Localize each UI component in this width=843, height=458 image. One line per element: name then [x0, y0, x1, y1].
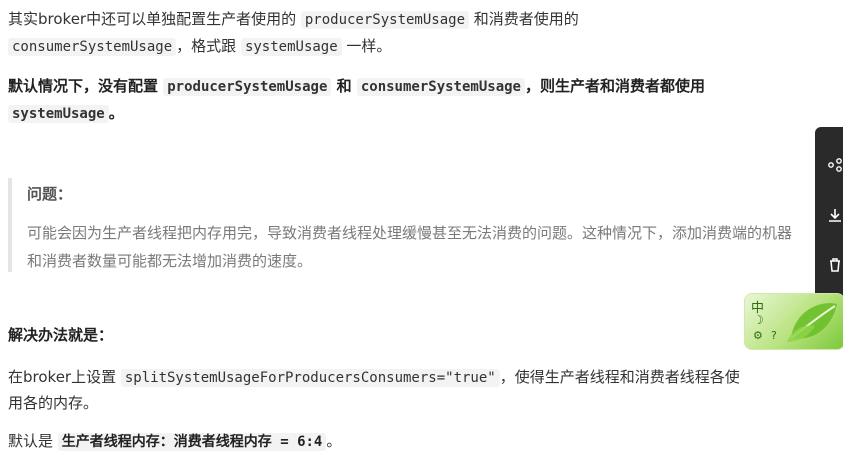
moon-icon[interactable]: ☽	[753, 313, 764, 327]
delete-icon[interactable]	[827, 257, 843, 273]
inline-code: 生产者线程内存：消费者线程内存 = 6:4	[57, 433, 327, 451]
inline-code: producerSystemUsage	[300, 11, 470, 29]
text: 默认是	[8, 432, 58, 450]
text: 默认情况下，没有配置	[8, 77, 164, 95]
paragraph-1: 其实broker中还可以单独配置生产者使用的 producerSystemUsa…	[8, 6, 808, 34]
inline-code: systemUsage	[8, 105, 109, 123]
inline-code: consumerSystemUsage	[356, 78, 525, 96]
inline-code: systemUsage	[240, 38, 342, 56]
text: ，则生产者和消费者都使用	[525, 77, 706, 95]
paragraph-3: 在broker上设置 splitSystemUsageForProducersC…	[8, 364, 808, 392]
text: 在broker上设置	[8, 368, 121, 386]
inline-code: producerSystemUsage	[163, 78, 332, 96]
solution-heading: 解决办法就是：	[8, 326, 114, 344]
text: 和消费者使用的	[469, 10, 579, 28]
note-title: 问题：	[27, 185, 73, 203]
paragraph-2: 默认情况下，没有配置 producerSystemUsage 和 consume…	[8, 73, 808, 101]
text: ，使得生产者线程和消费者线程各使	[499, 368, 740, 386]
ime-toolbar[interactable]: 中 ☽ ⚙ ?	[744, 293, 843, 350]
help-icon[interactable]: ?	[771, 329, 777, 342]
paragraph-3-line-2: 用各的内存。	[8, 394, 99, 412]
gear-icon[interactable]: ⚙	[753, 329, 763, 342]
inline-code: consumerSystemUsage	[8, 38, 177, 56]
paragraph-1-line-2: consumerSystemUsage ，格式跟 systemUsage 一样。	[8, 33, 808, 61]
blockquote-note: 问题： 可能会因为生产者线程把内存用完，导致消费者线程处理缓慢甚至无法消费的问题…	[8, 178, 808, 272]
note-body: 可能会因为生产者线程把内存用完，导致消费者线程处理缓慢甚至无法消费的问题。这种情…	[27, 224, 793, 270]
paragraph-4: 默认是 生产者线程内存：消费者线程内存 = 6:4。	[8, 428, 808, 456]
text: ，格式跟	[176, 37, 241, 55]
paragraph-2-line-2: systemUsage。	[8, 100, 808, 128]
text: 其实broker中还可以单独配置生产者使用的	[8, 10, 301, 28]
download-icon[interactable]	[827, 207, 843, 223]
inline-code: splitSystemUsageForProducersConsumers="t…	[120, 369, 500, 387]
text: 和	[331, 77, 357, 95]
share-icon[interactable]	[827, 157, 843, 173]
side-toolbar	[815, 127, 843, 304]
text: 。	[326, 432, 342, 450]
text: 一样。	[341, 37, 392, 55]
text: 。	[108, 104, 124, 122]
leaf-logo-icon	[787, 303, 837, 342]
